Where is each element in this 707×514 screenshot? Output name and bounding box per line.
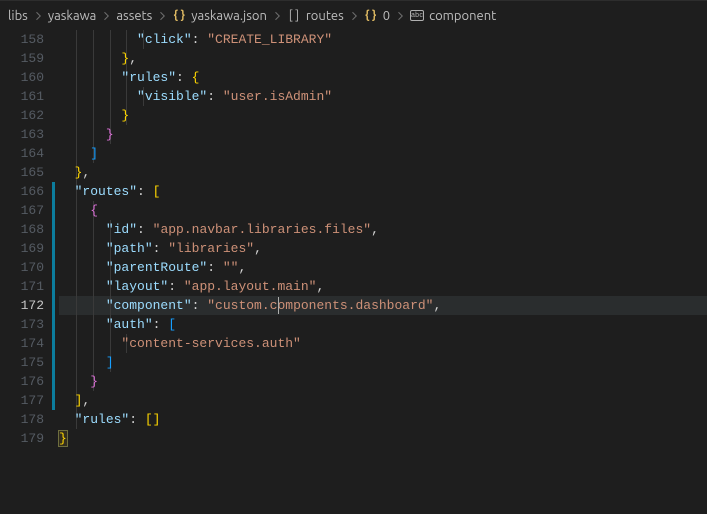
chevron-right-icon [156, 10, 168, 22]
line-number: 168 [0, 220, 44, 239]
line-number: 169 [0, 239, 44, 258]
code-line[interactable]: "click": "CREATE_LIBRARY" [59, 30, 707, 49]
line-number: 174 [0, 334, 44, 353]
line-number: 158 [0, 30, 44, 49]
text-cursor [278, 297, 279, 314]
line-number: 162 [0, 106, 44, 125]
code-content: ] [59, 353, 114, 372]
code-content: "routes": [ [59, 182, 160, 201]
json-braces-icon: { } [172, 9, 186, 23]
breadcrumb-label: assets [116, 9, 152, 23]
code-line[interactable]: "content-services.auth" [59, 334, 707, 353]
line-number: 173 [0, 315, 44, 334]
code-content: "visible": "user.isAdmin" [59, 87, 332, 106]
line-number: 161 [0, 87, 44, 106]
code-line[interactable]: ] [59, 144, 707, 163]
code-content: "id": "app.navbar.libraries.files", [59, 220, 379, 239]
code-line[interactable]: ] [59, 353, 707, 372]
code-line[interactable]: "auth": [ [59, 315, 707, 334]
line-number: 178 [0, 410, 44, 429]
code-content: }, [59, 163, 90, 182]
code-line[interactable]: } [59, 125, 707, 144]
breadcrumb-item[interactable]: { } yaskawa.json [172, 9, 267, 23]
line-number: 176 [0, 372, 44, 391]
code-line[interactable]: "rules": [] [59, 410, 707, 429]
chevron-right-icon [271, 10, 283, 22]
code-line[interactable]: ], [59, 391, 707, 410]
line-number: 165 [0, 163, 44, 182]
breadcrumb-label: yaskawa.json [191, 9, 267, 23]
line-number: 160 [0, 68, 44, 87]
breadcrumb-label: component [429, 9, 496, 23]
code-line[interactable]: "path": "libraries", [59, 239, 707, 258]
code-line[interactable]: } [59, 372, 707, 391]
code-content: "auth": [ [59, 315, 176, 334]
json-braces-icon: { } [364, 9, 378, 23]
breadcrumb-item[interactable]: { } 0 [364, 9, 390, 23]
breadcrumb-item[interactable]: assets [116, 9, 152, 23]
code-content: } [59, 429, 67, 448]
line-number: 167 [0, 201, 44, 220]
code-line[interactable]: "id": "app.navbar.libraries.files", [59, 220, 707, 239]
line-number: 177 [0, 391, 44, 410]
chevron-right-icon [100, 10, 112, 22]
code-line[interactable]: { [59, 201, 707, 220]
breadcrumb-label: 0 [383, 9, 390, 23]
code-editor[interactable]: 1581591601611621631641651661671681691701… [0, 30, 707, 514]
breadcrumb-item[interactable]: yaskawa [48, 9, 97, 23]
code-content: "path": "libraries", [59, 239, 262, 258]
chevron-right-icon [394, 10, 406, 22]
code-line[interactable]: "rules": { [59, 68, 707, 87]
line-number: 164 [0, 144, 44, 163]
code-content: "parentRoute": "", [59, 258, 246, 277]
code-line[interactable]: }, [59, 163, 707, 182]
code-line[interactable]: "component": "custom.components.dashboar… [59, 296, 707, 315]
code-content: "rules": [] [59, 410, 160, 429]
code-line[interactable]: "parentRoute": "", [59, 258, 707, 277]
breadcrumb-label: libs [8, 9, 28, 23]
code-line[interactable]: } [59, 429, 707, 448]
code-content: }, [59, 49, 137, 68]
code-line[interactable]: } [59, 106, 707, 125]
breadcrumb-item[interactable]: [ ] routes [287, 9, 344, 23]
code-line[interactable]: "layout": "app.layout.main", [59, 277, 707, 296]
line-number: 163 [0, 125, 44, 144]
code-content: } [59, 125, 114, 144]
line-number: 179 [0, 429, 44, 448]
chevron-right-icon [348, 10, 360, 22]
line-number-gutter: 1581591601611621631641651661671681691701… [0, 30, 52, 514]
line-number: 166 [0, 182, 44, 201]
code-content: ], [59, 391, 90, 410]
breadcrumb: libs yaskawa assets { } yaskawa.json [ ] route… [0, 0, 707, 30]
breadcrumb-item[interactable]: abc component [410, 9, 496, 23]
breadcrumb-label: routes [306, 9, 344, 23]
code-content: { [59, 201, 98, 220]
code-content: } [59, 106, 129, 125]
json-array-icon: [ ] [287, 9, 301, 23]
code-line[interactable]: "routes": [ [59, 182, 707, 201]
code-content: "click": "CREATE_LIBRARY" [59, 30, 332, 49]
line-number: 171 [0, 277, 44, 296]
line-number: 175 [0, 353, 44, 372]
json-string-icon: abc [410, 9, 424, 23]
code-content: } [59, 372, 98, 391]
breadcrumb-label: yaskawa [48, 9, 97, 23]
breadcrumb-item[interactable]: libs [8, 9, 28, 23]
code-line[interactable]: }, [59, 49, 707, 68]
line-number: 172 [0, 296, 44, 315]
chevron-right-icon [32, 10, 44, 22]
code-content: ] [59, 144, 98, 163]
code-area[interactable]: "click": "CREATE_LIBRARY" }, "rules": { … [59, 30, 707, 514]
code-line[interactable]: "visible": "user.isAdmin" [59, 87, 707, 106]
code-content: "layout": "app.layout.main", [59, 277, 324, 296]
code-content: "content-services.auth" [59, 334, 301, 353]
line-number: 170 [0, 258, 44, 277]
code-content: "rules": { [59, 68, 199, 87]
line-number: 159 [0, 49, 44, 68]
code-content: "component": "custom.components.dashboar… [59, 296, 441, 315]
